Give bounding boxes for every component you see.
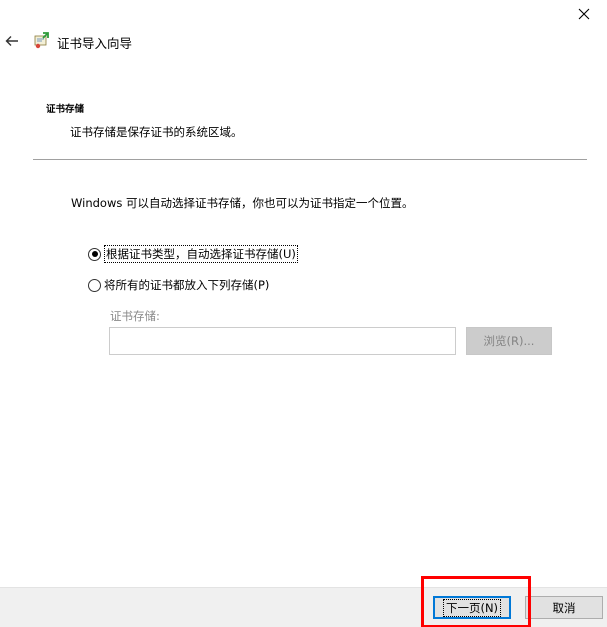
section-title: 证书存储: [46, 104, 85, 115]
header-divider: [33, 159, 587, 160]
radio-button-selected[interactable]: [88, 247, 101, 261]
intro-text: Windows 可以自动选择证书存储，你也可以为证书指定一个位置。: [71, 196, 414, 210]
cancel-button[interactable]: 取消: [525, 596, 603, 619]
section-description: 证书存储是保存证书的系统区域。: [70, 125, 243, 139]
close-icon: [578, 8, 590, 23]
wizard-header: 证书导入向导: [32, 31, 133, 53]
footer-bar: [0, 587, 607, 627]
certificate-icon: [32, 31, 50, 53]
radio-auto-select-label: 根据证书类型，自动选择证书存储(U): [104, 245, 298, 263]
back-arrow-icon: [5, 35, 19, 50]
next-button-label: 下一页(N): [442, 598, 502, 617]
close-button[interactable]: [561, 0, 607, 30]
certificate-store-label: 证书存储:: [110, 309, 160, 323]
browse-button: 浏览(R)...: [466, 327, 552, 355]
window-title: 证书导入向导: [57, 35, 133, 51]
next-button[interactable]: 下一页(N): [433, 596, 511, 619]
radio-button-unselected[interactable]: [88, 278, 101, 292]
radio-place-in-store-label: 将所有的证书都放入下列存储(P): [104, 278, 270, 292]
radio-auto-select-store[interactable]: 根据证书类型，自动选择证书存储(U): [88, 245, 298, 263]
radio-place-in-store[interactable]: 将所有的证书都放入下列存储(P): [88, 277, 269, 293]
certificate-store-field: [109, 327, 456, 355]
cancel-button-label: 取消: [552, 600, 576, 615]
back-button[interactable]: [2, 32, 22, 52]
